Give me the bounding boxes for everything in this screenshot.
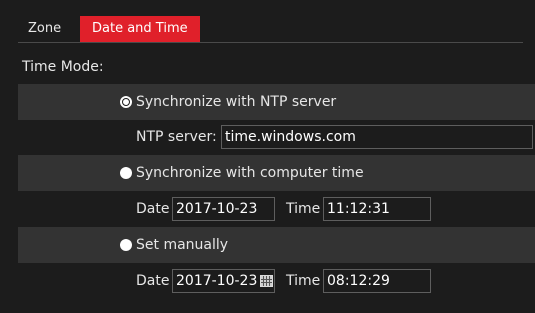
manual-radio-option[interactable]: Set manually <box>120 236 228 254</box>
manual-time-field[interactable] <box>323 269 431 293</box>
ntp-server-label: NTP server: <box>136 129 217 145</box>
ntp-server-input[interactable] <box>221 125 533 149</box>
manual-time-row: Date Time <box>18 263 535 299</box>
ntp-radio-label: Synchronize with NTP server <box>136 94 337 110</box>
computer-time-option-row: Synchronize with computer time <box>18 155 535 191</box>
manual-option-row: Set manually <box>18 227 535 263</box>
ntp-radio-option[interactable]: Synchronize with NTP server <box>120 93 336 111</box>
manual-radio-label: Set manually <box>136 237 229 253</box>
tab-date-and-time[interactable]: Date and Time <box>80 16 200 42</box>
ntp-server-row: NTP server: <box>18 119 535 155</box>
computer-date-field[interactable] <box>172 197 275 221</box>
tab-zone[interactable]: Zone <box>18 16 78 42</box>
calendar-icon[interactable] <box>260 275 273 287</box>
computer-time-row: Date Time <box>18 191 535 227</box>
computer-time-radio-button[interactable] <box>120 167 132 179</box>
tab-bar: Zone Date and Time <box>18 16 523 43</box>
manual-radio-button[interactable] <box>120 239 132 251</box>
manual-time-label: Time <box>286 273 321 289</box>
computer-time-label: Time <box>286 201 321 217</box>
computer-time-radio-label: Synchronize with computer time <box>136 165 364 181</box>
ntp-option-row: Synchronize with NTP server <box>18 84 535 120</box>
ntp-radio-button[interactable] <box>120 96 132 108</box>
computer-time-radio-option[interactable]: Synchronize with computer time <box>120 164 364 182</box>
computer-date-label: Date <box>136 201 170 217</box>
time-mode-label: Time Mode: <box>22 59 104 75</box>
manual-date-label: Date <box>136 273 170 289</box>
computer-time-field[interactable] <box>323 197 431 221</box>
